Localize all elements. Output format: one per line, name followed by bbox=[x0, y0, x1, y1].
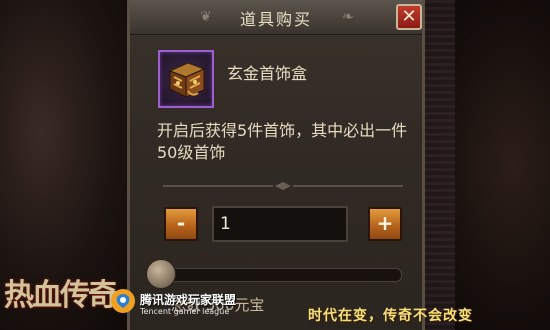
side-scroll-strip bbox=[425, 0, 455, 330]
game-logo: 热血传奇 bbox=[4, 278, 118, 313]
item-slot bbox=[158, 50, 214, 108]
close-button[interactable]: ✕ bbox=[396, 4, 422, 30]
promo-slogan: 时代在变，传奇不会改变 bbox=[308, 308, 473, 324]
tencent-league-name: 腾讯游戏玩家联盟 bbox=[140, 293, 237, 307]
dialog-titlebar: ❦ 道具购买 ❧ ✕ bbox=[130, 0, 422, 35]
quantity-input[interactable]: 1 bbox=[212, 206, 348, 242]
quantity-slider-track[interactable] bbox=[154, 268, 402, 282]
tencent-league-logo-icon bbox=[111, 289, 135, 313]
dialog-title: 道具购买 bbox=[239, 10, 312, 29]
ornament-right-icon: ❧ bbox=[342, 9, 354, 25]
quantity-slider-thumb[interactable] bbox=[146, 259, 176, 289]
jewelry-box-icon bbox=[168, 62, 206, 98]
decrease-quantity-button[interactable]: - bbox=[164, 207, 198, 241]
item-description: 开启后获得5件首饰，其中必出一件50级首饰 bbox=[157, 121, 408, 162]
item-name: 玄金首饰盒 bbox=[227, 64, 308, 83]
section-divider bbox=[163, 182, 403, 190]
tencent-league-english: Tencent gamer league bbox=[140, 307, 230, 316]
increase-quantity-button[interactable]: + bbox=[368, 207, 402, 241]
purchase-dialog: ❦ 道具购买 ❧ ✕ 玄金首饰盒 开启后获得5件首饰，其中必出一件50级首饰 -… bbox=[127, 0, 425, 330]
